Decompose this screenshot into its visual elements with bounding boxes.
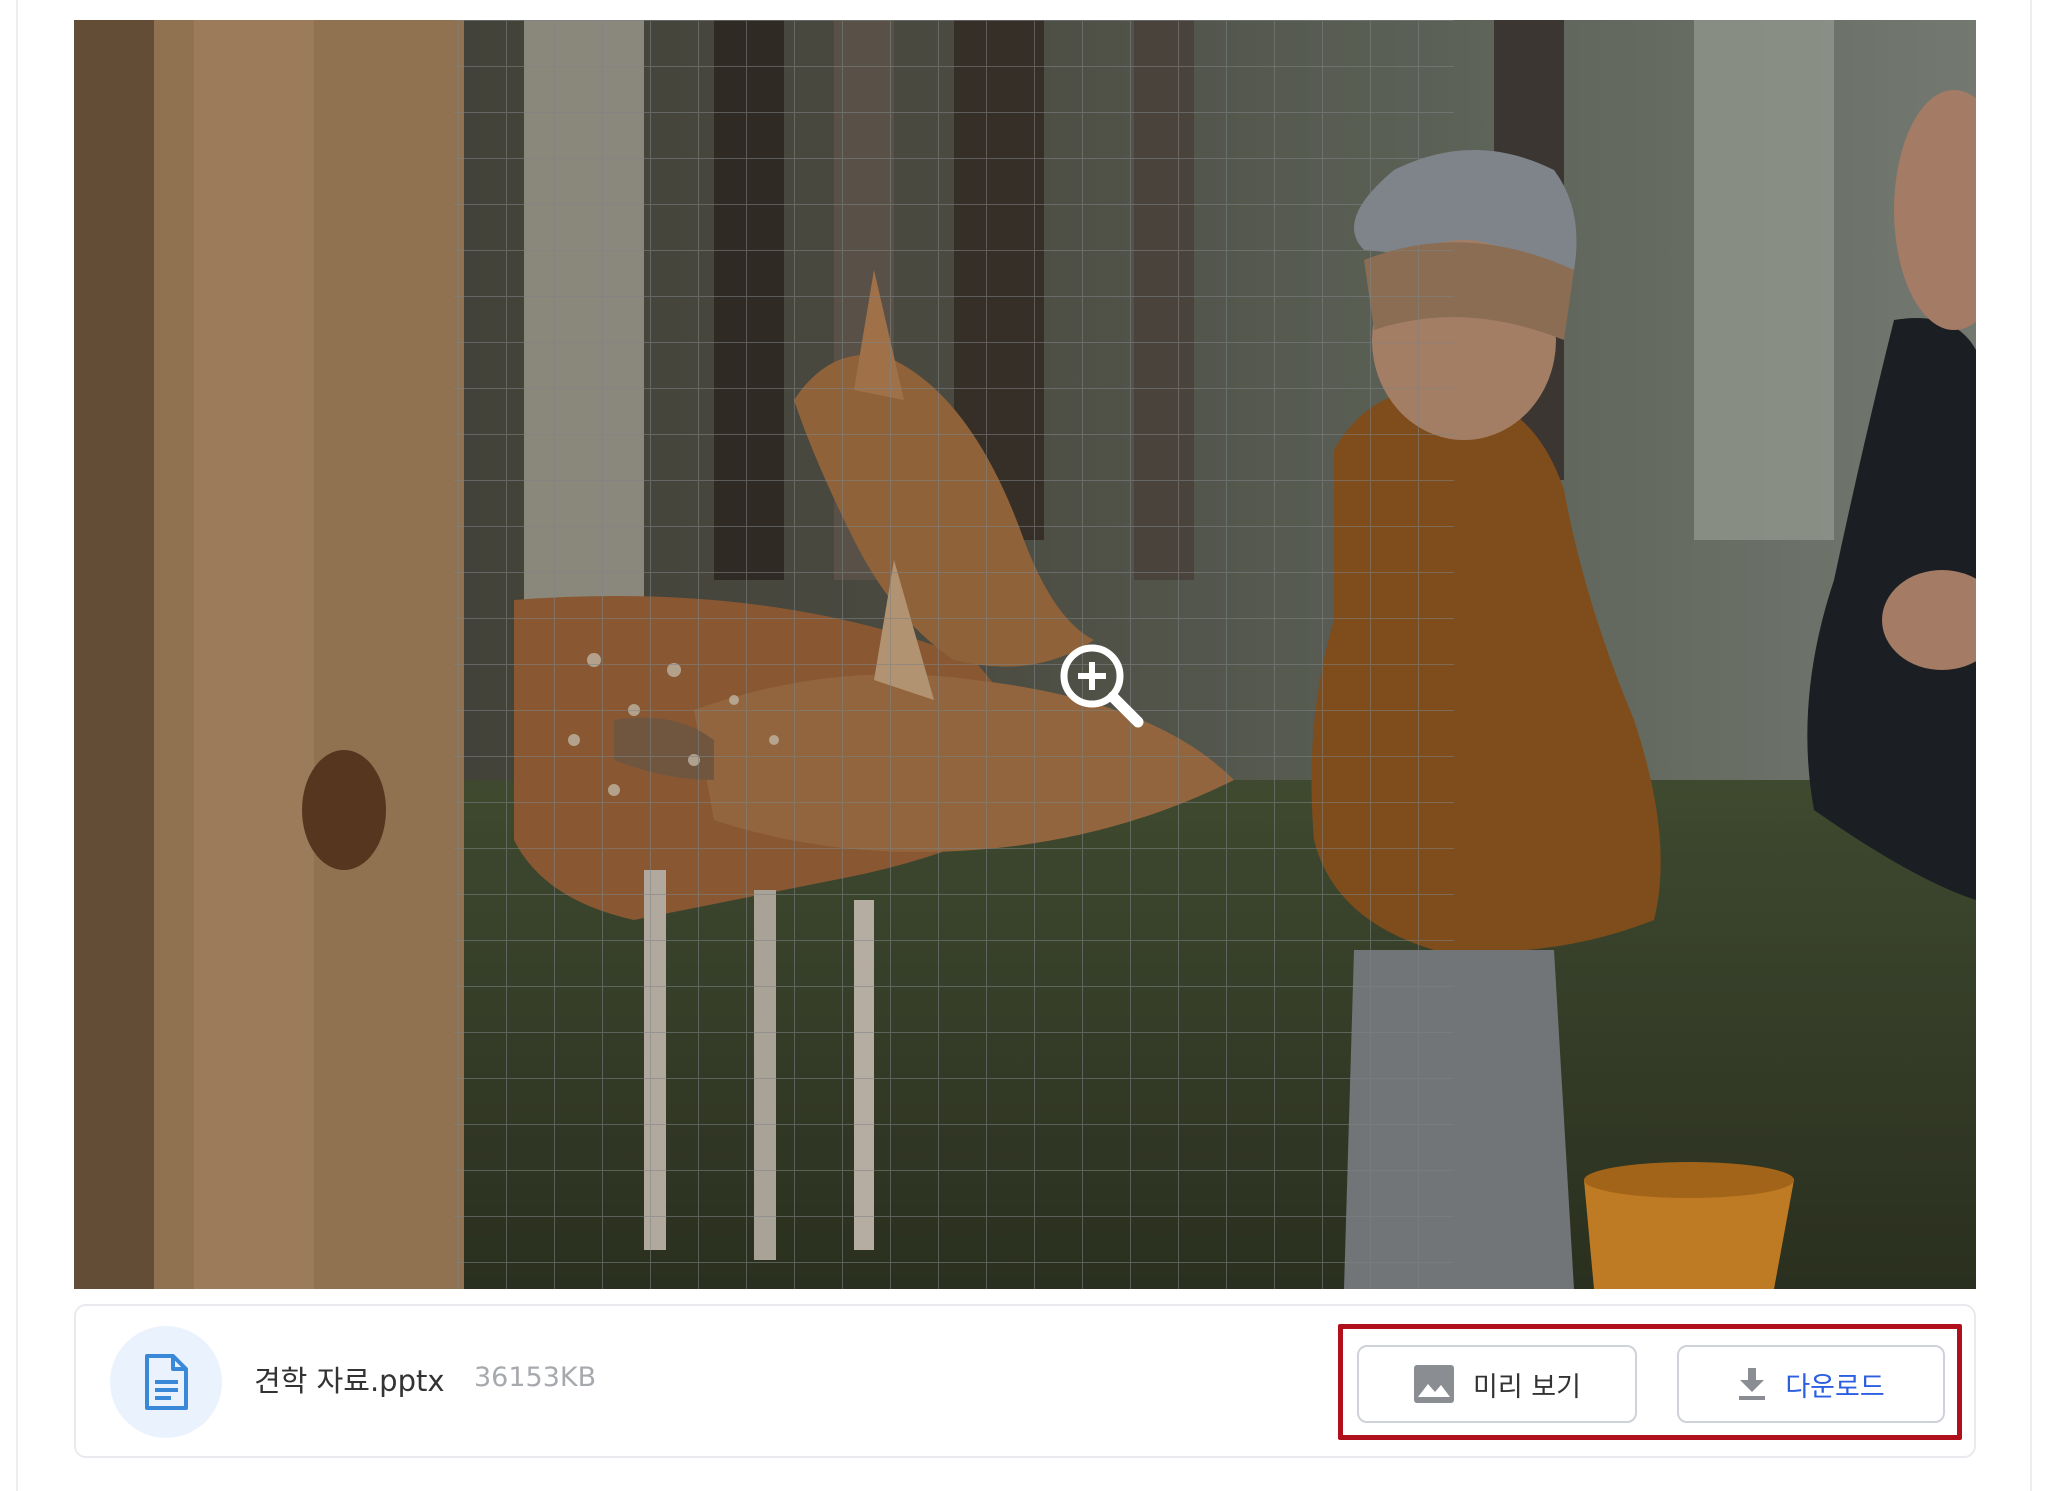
file-name: 견학 자료.pptx (254, 1364, 445, 1398)
left-divider (16, 0, 18, 1491)
zoom-in-icon[interactable] (1054, 638, 1154, 738)
right-divider (2030, 0, 2032, 1491)
download-label: 다운로드 (1785, 1371, 1885, 1403)
preview-button[interactable]: 미리 보기 (1357, 1345, 1637, 1423)
attachment-image-preview[interactable] (74, 20, 1976, 1289)
attachment-bar: 견학 자료.pptx 36153KB 미리 보기 다운로드 (74, 1304, 1976, 1458)
image-icon (1413, 1364, 1455, 1404)
page: 견학 자료.pptx 36153KB 미리 보기 다운로드 (0, 0, 2048, 1491)
document-icon (110, 1326, 222, 1438)
preview-label: 미리 보기 (1473, 1371, 1581, 1403)
file-size: 36153KB (474, 1362, 597, 1393)
highlighted-actions: 미리 보기 다운로드 (1338, 1324, 1962, 1440)
download-icon (1737, 1366, 1767, 1402)
download-button[interactable]: 다운로드 (1677, 1345, 1945, 1423)
image-dim-overlay (74, 20, 1976, 1289)
